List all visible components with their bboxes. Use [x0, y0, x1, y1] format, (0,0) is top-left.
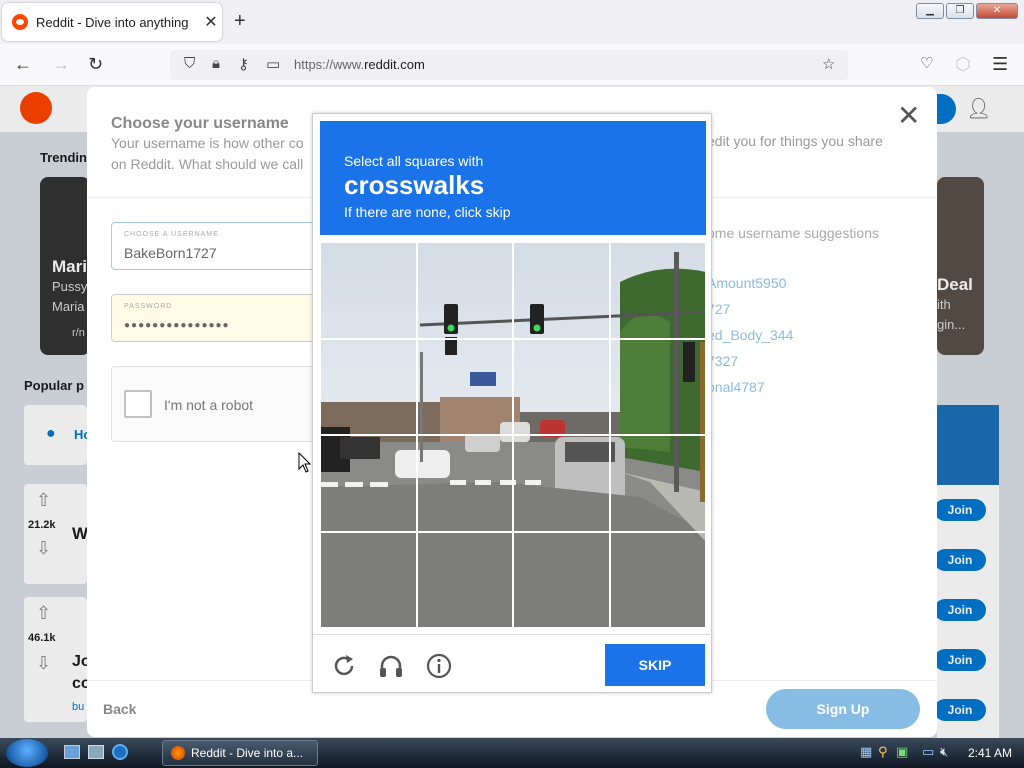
captcha-tile[interactable]: [513, 531, 610, 628]
captcha-tile[interactable]: [609, 242, 706, 339]
modal-title: Choose your username: [111, 115, 289, 132]
maximize-icon[interactable]: ❐: [946, 3, 974, 19]
captcha-challenge: Select all squares with crosswalks If th…: [312, 113, 713, 693]
taskbar-firefox-task[interactable]: Reddit - Dive into a...: [162, 740, 318, 766]
bookmark-star-icon[interactable]: ☆: [822, 55, 835, 73]
captcha-tile[interactable]: [416, 435, 513, 532]
internet-explorer-icon[interactable]: [112, 744, 128, 760]
recaptcha-label: I'm not a robot: [164, 397, 254, 413]
captcha-tile[interactable]: [320, 531, 417, 628]
pocket-icon[interactable]: ♡: [920, 54, 933, 72]
captcha-tile[interactable]: [320, 242, 417, 339]
modal-subtitle: Your username is how other co on Reddit.…: [111, 135, 304, 172]
reddit-favicon-icon: [12, 14, 28, 30]
url-text[interactable]: https://www.reddit.com: [294, 57, 425, 72]
shield-icon[interactable]: ⛉: [184, 55, 195, 72]
password-field[interactable]: PASSWORD ●●●●●●●●●●●●●●●: [111, 294, 321, 342]
back-button[interactable]: Back: [103, 701, 136, 717]
password-label: PASSWORD: [124, 303, 173, 310]
captcha-tile[interactable]: [609, 435, 706, 532]
taskbar-clock: 2:41 AM: [967, 746, 1012, 760]
tray-search-icon[interactable]: ⚲: [878, 744, 888, 760]
window-close-icon[interactable]: ✕: [976, 3, 1018, 19]
forward-arrow-icon[interactable]: →: [52, 54, 70, 75]
captcha-prompt: Select all squares with crosswalks If th…: [320, 121, 706, 235]
mouse-cursor-icon: [298, 452, 312, 473]
menu-icon[interactable]: ☰: [992, 54, 1008, 75]
modal-close-icon[interactable]: ✕: [897, 99, 920, 132]
captcha-instruction: Select all squares with: [344, 153, 484, 169]
username-label: CHOOSE A USERNAME: [124, 231, 219, 238]
permissions-icon[interactable]: ▭: [266, 55, 280, 73]
show-desktop-icon[interactable]: [64, 745, 80, 759]
divider: [313, 634, 713, 635]
window-controls: ▁ ❐ ✕: [916, 3, 1018, 19]
captcha-tile[interactable]: [416, 531, 513, 628]
lock-icon[interactable]: 🔒︎: [212, 55, 220, 72]
skip-button[interactable]: SKIP: [605, 644, 705, 686]
captcha-tile[interactable]: [320, 338, 417, 435]
recaptcha-checkbox[interactable]: [124, 390, 152, 418]
url-bar[interactable]: ⛉ 🔒︎ ⚷ ▭ https://www.reddit.com ☆: [170, 50, 848, 80]
captcha-tile[interactable]: [609, 338, 706, 435]
extensions-icon[interactable]: ⬡: [955, 54, 971, 75]
tab-close-icon[interactable]: ✕: [200, 12, 222, 32]
captcha-tile[interactable]: [416, 338, 513, 435]
tray-display-icon[interactable]: ▭: [922, 744, 934, 760]
captcha-tile[interactable]: [609, 531, 706, 628]
new-tab-icon[interactable]: +: [234, 10, 246, 33]
modal-subtitle-right: edit you for things you share: [707, 133, 883, 149]
captcha-tile[interactable]: [416, 242, 513, 339]
password-value[interactable]: ●●●●●●●●●●●●●●●: [124, 320, 230, 331]
refresh-icon[interactable]: [330, 652, 358, 680]
suggestion-item[interactable]: Amount5950: [707, 275, 786, 291]
tray-app-icon[interactable]: ▣: [896, 744, 908, 760]
signup-button[interactable]: Sign Up: [766, 689, 920, 729]
captcha-tile[interactable]: [513, 435, 610, 532]
suggestion-item[interactable]: ed_Body_344: [707, 327, 793, 343]
browser-navbar: ← → ↻ ⛉ 🔒︎ ⚷ ▭ https://www.reddit.com ☆ …: [0, 44, 1024, 86]
captcha-tile[interactable]: [513, 338, 610, 435]
browser-tab[interactable]: Reddit - Dive into anything ✕: [2, 3, 222, 41]
info-icon[interactable]: [425, 652, 453, 680]
captcha-keyword: crosswalks: [344, 170, 485, 200]
back-arrow-icon[interactable]: ←: [14, 54, 32, 75]
browser-tabbar: Reddit - Dive into anything ✕ + ▁ ❐ ✕: [0, 0, 1024, 44]
reload-icon[interactable]: ↻: [88, 54, 103, 75]
suggestions-heading: ome username suggestions: [707, 225, 879, 241]
start-button-icon[interactable]: [6, 739, 48, 767]
recaptcha-widget: I'm not a robot: [111, 366, 321, 442]
key-icon[interactable]: ⚷: [238, 55, 249, 73]
username-value[interactable]: BakeBorn1727: [124, 245, 217, 261]
username-field[interactable]: CHOOSE A USERNAME BakeBorn1727: [111, 222, 321, 270]
captcha-image-grid: [320, 242, 706, 628]
minimize-icon[interactable]: ▁: [916, 3, 944, 19]
tray-network-icon[interactable]: ▦: [860, 744, 872, 760]
taskbar: Reddit - Dive into a... ▦ ⚲ ▣ ▭ 🔇︎ 2:41 …: [0, 738, 1024, 768]
captcha-hint: If there are none, click skip: [344, 204, 511, 220]
headphones-icon[interactable]: [377, 652, 405, 680]
suggestion-item[interactable]: onal4787: [707, 379, 765, 395]
tab-title: Reddit - Dive into anything: [36, 14, 189, 30]
volume-muted-icon[interactable]: 🔇︎: [940, 744, 948, 760]
captcha-tile[interactable]: [320, 435, 417, 532]
switch-windows-icon[interactable]: [88, 745, 104, 759]
captcha-tile[interactable]: [513, 242, 610, 339]
